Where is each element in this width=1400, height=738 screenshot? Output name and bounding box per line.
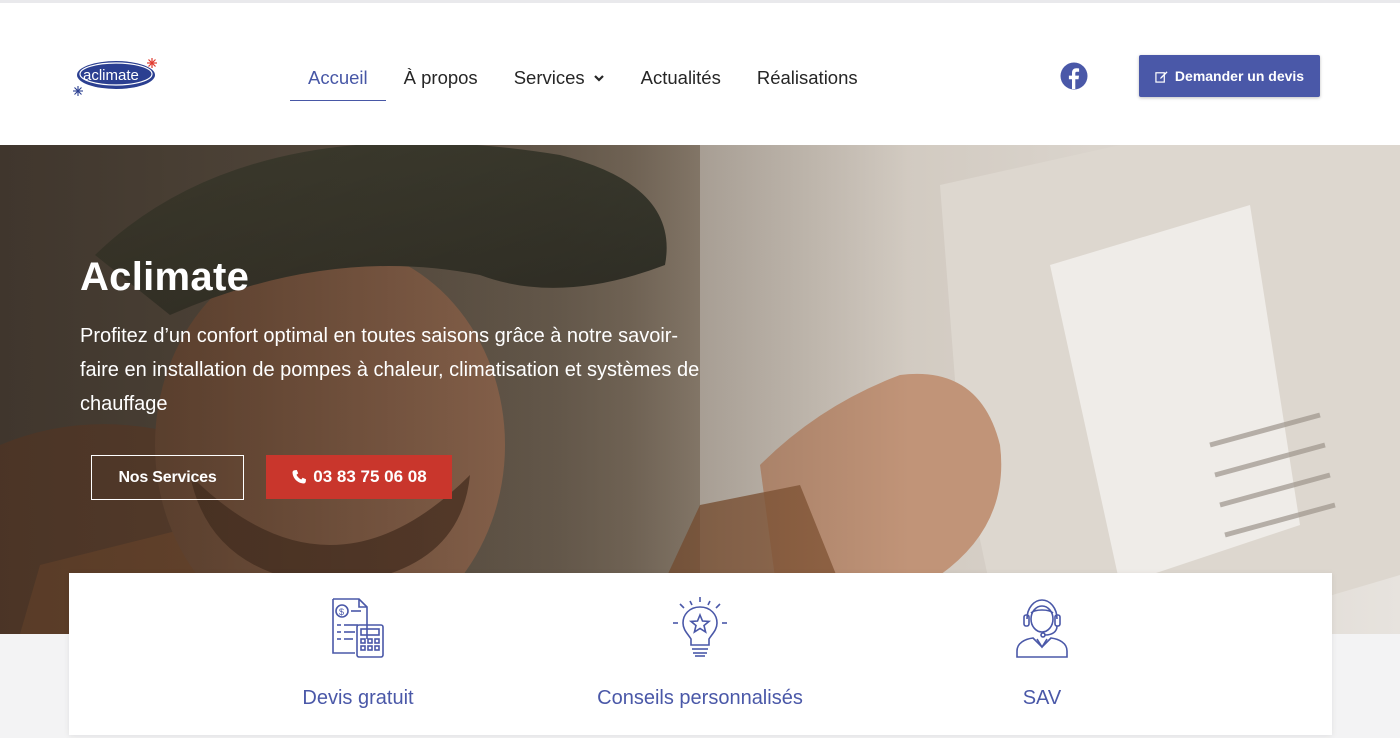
invoice-calculator-icon: $: [332, 598, 384, 658]
nav-label: Réalisations: [756, 67, 858, 88]
feature-after-sales: SAV: [882, 573, 1202, 735]
features-card: $ Devis gratuit Conseils personnalisés S…: [69, 573, 1332, 735]
services-button-label: Nos Services: [118, 468, 217, 486]
feature-personal-advice: Conseils personnalisés: [540, 573, 860, 735]
lightbulb-star-icon: [673, 597, 727, 657]
nav-label: Services: [513, 67, 585, 88]
site-header: aclimate Accueil À propos Services Actua…: [0, 3, 1400, 145]
hero-title: Aclimate: [80, 255, 250, 299]
chevron-down-icon: [593, 75, 604, 82]
nav-label: Actualités: [640, 67, 721, 88]
nav-item-services[interactable]: Services: [496, 55, 623, 101]
support-headset-icon: [1016, 599, 1068, 658]
nav-item-accueil[interactable]: Accueil: [290, 55, 386, 101]
svg-text:$: $: [339, 607, 344, 617]
phone-icon: [292, 470, 307, 484]
services-button[interactable]: Nos Services: [91, 455, 244, 500]
phone-button[interactable]: 03 83 75 06 08: [266, 455, 452, 499]
nav-item-actualites[interactable]: Actualités: [623, 55, 739, 101]
main-nav: Accueil À propos Services Actualités Réa…: [290, 55, 876, 101]
svg-text:aclimate: aclimate: [83, 67, 139, 84]
facebook-icon[interactable]: [1060, 62, 1088, 90]
cta-label: Demander un devis: [1174, 68, 1305, 84]
feature-free-quote: $ Devis gratuit: [198, 573, 518, 735]
nav-label: Accueil: [308, 66, 368, 88]
feature-label: Conseils personnalisés: [597, 687, 803, 709]
feature-label: SAV: [1022, 687, 1062, 709]
hero-description: Profitez d’un confort optimal en toutes …: [80, 325, 700, 415]
nav-item-a-propos[interactable]: À propos: [386, 55, 496, 101]
nav-label: À propos: [403, 67, 478, 88]
feature-label: Devis gratuit: [302, 687, 414, 709]
hero-banner: Aclimate Profitez d’un confort optimal e…: [0, 145, 1400, 634]
edit-icon: [1155, 70, 1168, 83]
request-quote-button[interactable]: Demander un devis: [1139, 55, 1320, 97]
aclimate-logo[interactable]: aclimate: [70, 53, 165, 99]
phone-number: 03 83 75 06 08: [313, 467, 427, 486]
nav-item-realisations[interactable]: Réalisations: [739, 55, 876, 101]
